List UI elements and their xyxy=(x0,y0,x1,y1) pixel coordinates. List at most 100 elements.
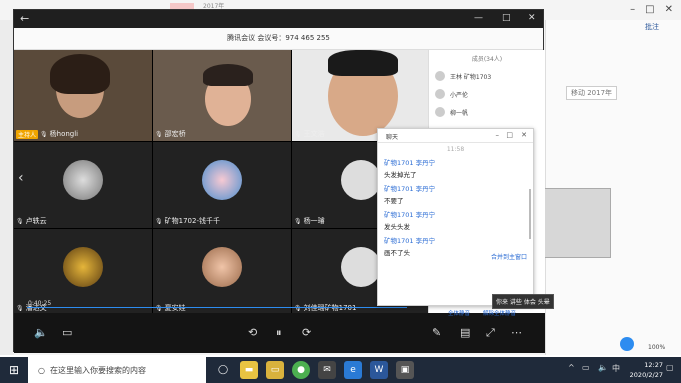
avatar xyxy=(202,246,242,287)
speaker-icon[interactable]: 🔈 xyxy=(34,326,48,339)
participant-name: 夏安娃 xyxy=(164,304,186,312)
participant-list-item[interactable]: 小严伦 xyxy=(429,85,545,103)
mic-icon: 🎙 xyxy=(16,304,24,312)
chat-bubble-icon[interactable]: ▭ xyxy=(62,326,72,339)
search-icon: ○ xyxy=(38,365,45,375)
participant-name: 杨一璿 xyxy=(303,217,325,225)
arrow-left-icon[interactable]: ← xyxy=(20,12,29,25)
taskbar-search[interactable]: ○ 在这里输入你要搜索的内容 xyxy=(28,357,206,383)
background-left-pane xyxy=(0,20,14,355)
spreadsheet-thumbnail xyxy=(543,188,611,258)
merge-to-main-link[interactable]: 合并到主窗口 xyxy=(491,252,527,261)
participant-tile[interactable]: 🎙 夏安娃 xyxy=(153,229,291,315)
mic-icon: 🎙 xyxy=(294,130,302,138)
mic-icon: 🎙 xyxy=(40,130,48,138)
host-badge: 主持人 xyxy=(16,129,39,139)
mic-icon: 🎙 xyxy=(294,217,302,225)
system-clock[interactable]: 12:27 2020/2/27 xyxy=(630,360,663,380)
minimize-icon[interactable]: – xyxy=(496,131,500,139)
folder-icon[interactable]: ▭ xyxy=(266,361,284,379)
participants-header: 成员(34人) xyxy=(471,56,503,63)
pause-icon[interactable]: ⏸ xyxy=(276,326,282,340)
maximize-icon[interactable]: □ xyxy=(506,131,513,139)
avatar xyxy=(202,159,242,200)
file-explorer-icon[interactable]: ▬ xyxy=(240,361,258,379)
chat-message: 矿物1701 李丹宁 不要了 xyxy=(384,185,436,205)
video-grid: 主持人 🎙 杨hongli 🎙 邵宏桥 🎙 王文浩 🎙 卢轶云 🎙 矿物1702-钱千千 xyxy=(14,50,430,315)
assistant-bubble[interactable] xyxy=(620,337,634,351)
zoom-level: 100% xyxy=(648,344,666,351)
volume-icon[interactable]: 🔈 xyxy=(598,363,608,372)
chrome-icon[interactable]: ● xyxy=(292,361,310,379)
windows-start-icon[interactable]: ⊞ xyxy=(0,357,28,383)
chat-titlebar: 聊天 – □ ✕ xyxy=(378,129,533,143)
forward-icon[interactable]: ⟳ xyxy=(302,326,311,339)
app-icon[interactable]: ▣ xyxy=(396,361,414,379)
ime-icon[interactable]: 中 xyxy=(612,363,620,374)
avatar xyxy=(63,159,103,200)
participant-tile[interactable]: 🎙 邵宏桥 xyxy=(153,50,291,141)
notification-icon[interactable]: ▢ xyxy=(666,363,674,372)
mic-icon: 🎙 xyxy=(155,130,163,138)
more-icon[interactable]: ⋯ xyxy=(511,326,522,339)
avatar xyxy=(435,71,445,81)
fullscreen-icon[interactable]: ⤢ xyxy=(486,326,495,340)
chevron-up-icon[interactable]: ^ xyxy=(568,363,575,372)
chevron-left-icon[interactable]: ‹ xyxy=(18,170,24,186)
avatar xyxy=(435,107,445,117)
participant-tile[interactable]: 🎙 卢轶云 xyxy=(14,142,152,228)
clock-date: 2020/2/27 xyxy=(629,371,663,379)
subtitle-icon[interactable]: ▤ xyxy=(460,326,470,339)
background-window-controls[interactable]: – □ ✕ xyxy=(541,0,681,20)
network-icon[interactable]: ▭ xyxy=(582,363,590,372)
chat-scrollbar[interactable] xyxy=(529,189,531,239)
avatar xyxy=(341,159,381,200)
meeting-toolbar: 🔈 ▭ ⟲ ⏸ ⟳ ✎ ▤ ⤢ ⋯ xyxy=(14,313,545,353)
minimize-icon[interactable]: – xyxy=(630,4,635,16)
mic-icon: 🎙 xyxy=(155,304,163,312)
participant-name: 刘佳瑶矿物1701 xyxy=(303,304,357,312)
mic-icon: 🎙 xyxy=(16,217,24,225)
meeting-id-bar: 腾讯会议 会议号：974 465 255 xyxy=(14,28,543,50)
chat-popup: 聊天 – □ ✕ 11:58 矿物1701 李丹宁 头发掉光了 矿物1701 李丹… xyxy=(377,128,534,317)
maximize-icon[interactable]: □ xyxy=(502,13,511,23)
word-icon[interactable]: W xyxy=(370,361,388,379)
mail-icon[interactable]: ✉ xyxy=(318,361,336,379)
participant-name: 王文浩 xyxy=(303,130,325,138)
avatar xyxy=(435,89,445,99)
elapsed-time: 0:40:25 xyxy=(28,300,52,307)
pen-icon[interactable]: ✎ xyxy=(432,326,441,339)
meeting-titlebar: ← — □ ✕ xyxy=(14,10,543,28)
search-placeholder: 在这里输入你要搜索的内容 xyxy=(49,365,146,375)
participant-name: 矿物1702-钱千千 xyxy=(164,217,220,225)
comment-button[interactable]: 批注 xyxy=(645,22,659,32)
mic-icon: 🎙 xyxy=(155,217,163,225)
progress-line xyxy=(27,307,407,308)
mic-icon: 🎙 xyxy=(294,304,302,312)
task-view-icon[interactable]: ◯ xyxy=(214,361,232,379)
unmute-all-button[interactable]: 解除全体静音 xyxy=(483,309,516,317)
participant-name: 卢轶云 xyxy=(25,217,47,225)
chat-timestamp: 11:58 xyxy=(446,146,465,153)
participant-name: 邵宏桥 xyxy=(164,130,186,138)
participant-tile[interactable]: 🎙 矿物1702-钱千千 xyxy=(153,142,291,228)
chat-message: 矿物1701 李丹宁 头发掉光了 xyxy=(384,159,436,179)
participant-tile[interactable]: 主持人 🎙 杨hongli xyxy=(14,50,152,141)
participant-list-item[interactable]: 柳一帆 xyxy=(429,103,545,121)
edge-icon[interactable]: e xyxy=(344,361,362,379)
rewind-icon[interactable]: ⟲ xyxy=(248,326,257,339)
mute-all-button[interactable]: 全体静音 xyxy=(448,309,470,317)
tooltip: 你来 讲些 体会 头晕 xyxy=(492,294,554,309)
participant-list-item[interactable]: 王林 矿物1703 xyxy=(429,67,545,85)
close-icon[interactable]: ✕ xyxy=(665,4,673,16)
maximize-icon[interactable]: □ xyxy=(645,4,654,16)
avatar xyxy=(63,246,103,287)
participant-name: 杨hongli xyxy=(49,130,79,138)
clock-time: 12:27 xyxy=(644,361,663,369)
taskbar: ⊞ ○ 在这里输入你要搜索的内容 ◯ ▬ ▭ ● ✉ e W ▣ ^ ▭ 🔈 中… xyxy=(0,357,681,383)
close-icon[interactable]: ✕ xyxy=(521,131,527,139)
minimize-icon[interactable]: — xyxy=(474,13,483,23)
chat-message: 矿物1701 李丹宁 发头头发 xyxy=(384,211,436,231)
close-icon[interactable]: ✕ xyxy=(528,13,536,23)
background-input-field[interactable]: 移动 2017年 xyxy=(566,86,618,100)
